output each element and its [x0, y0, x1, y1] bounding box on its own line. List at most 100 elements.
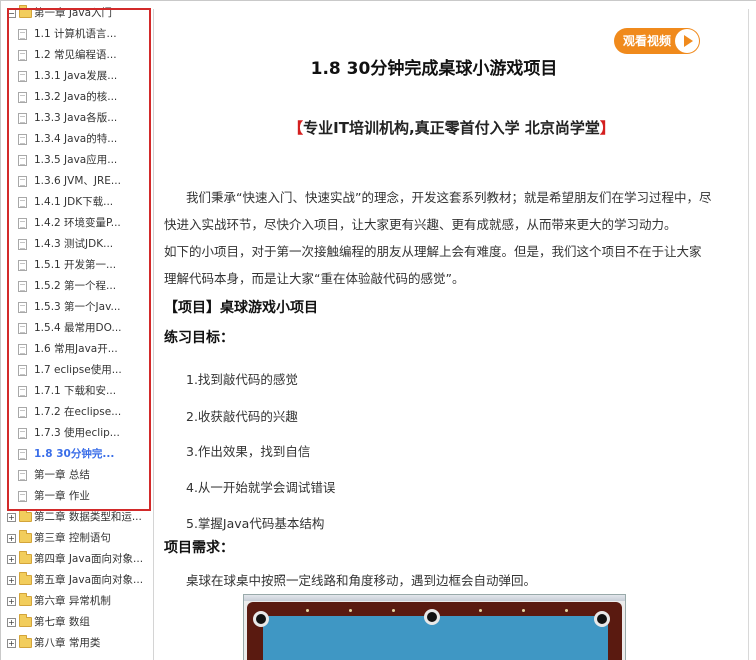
rail-marker: [392, 609, 395, 612]
page-icon: [18, 239, 27, 250]
toc-label: 1.8 30分钟完...: [34, 448, 115, 460]
toc-label: 1.2 常见编程语...: [34, 49, 117, 61]
toc-chapter[interactable]: + 第六章 异常机制: [3, 591, 151, 612]
expand-icon[interactable]: +: [7, 534, 16, 543]
toc-item[interactable]: 1.3.1 Java发展...: [3, 66, 151, 87]
toc-item[interactable]: 1.4.2 环境变量P...: [3, 213, 151, 234]
toc-label: 第一章 作业: [34, 490, 90, 502]
billiard-table-image: [243, 594, 626, 660]
toc-label: 1.4.1 JDK下载...: [34, 196, 114, 208]
toc-item-active[interactable]: 1.8 30分钟完...: [3, 444, 151, 465]
folder-icon: [19, 614, 32, 627]
toc-chapter[interactable]: + 第三章 控制语句: [3, 528, 151, 549]
toc-item[interactable]: 第一章 总结: [3, 465, 151, 486]
toc-label: 1.4.3 测试JDK...: [34, 238, 114, 250]
app-window: − 第一章 Java入门 1.1 计算机语言... 1.2 常见编程语... 1.3.1…: [0, 0, 756, 660]
page-icon: [18, 71, 27, 82]
intro-paragraph-1: 我们秉承“快速入门、快速实战”的理念，开发这套系列教材；就是希望朋友们在学习过程…: [164, 190, 712, 232]
page-icon: [18, 344, 27, 355]
toc-label: 1.6 常用Java开...: [34, 343, 118, 355]
rail-marker: [479, 609, 482, 612]
page-icon: [18, 50, 27, 61]
toc-label: 第一章 总结: [34, 469, 90, 481]
content-pane: 观看视频 1.8 30分钟完成桌球小游戏项目 【专业IT培训机构,真正零首付入学…: [154, 9, 749, 660]
toc-item[interactable]: 1.3.4 Java的特...: [3, 129, 151, 150]
toc-chapter[interactable]: + 第七章 数组: [3, 612, 151, 633]
toc-item[interactable]: 1.4.3 测试JDK...: [3, 234, 151, 255]
toc-chapter[interactable]: − 第一章 Java入门: [3, 3, 151, 24]
toc-item[interactable]: 1.2 常见编程语...: [3, 45, 151, 66]
expand-icon[interactable]: +: [7, 639, 16, 648]
slogan-text: 专业IT培训机构,真正零首付入学 北京尚学堂: [303, 119, 600, 137]
folder-icon: [19, 593, 32, 606]
rail-marker: [565, 609, 568, 612]
toc-label: 1.3.2 Java的核...: [34, 91, 118, 103]
window-titlebar: [244, 595, 625, 601]
toc-item[interactable]: 1.5.3 第一个Jav...: [3, 297, 151, 318]
toc-label: 第二章 数据类型和运...: [34, 511, 142, 523]
toc-item[interactable]: 1.7.1 下载和安...: [3, 381, 151, 402]
toc-label: 第七章 数组: [34, 616, 90, 628]
watch-video-button[interactable]: 观看视频: [614, 28, 700, 54]
toc-chapter[interactable]: + 第四章 Java面向对象...: [3, 549, 151, 570]
intro-paragraph-2: 如下的小项目，对于第一次接触编程的朋友从理解上会有难度。但是，我们这个项目不在于…: [164, 244, 702, 286]
toc-item[interactable]: 1.7 eclipse使用...: [3, 360, 151, 381]
folder-icon: [19, 551, 32, 564]
expand-icon[interactable]: +: [7, 513, 16, 522]
toc-label: 1.5.3 第一个Jav...: [34, 301, 121, 313]
collapse-icon[interactable]: −: [7, 9, 16, 18]
toc-item[interactable]: 1.7.2 在eclipse...: [3, 402, 151, 423]
expand-icon[interactable]: +: [7, 576, 16, 585]
toc-item[interactable]: 第一章 作业: [3, 486, 151, 507]
page-icon: [18, 29, 27, 40]
toc-label: 1.5.1 开发第一...: [34, 259, 117, 271]
folder-icon: [19, 5, 32, 18]
toc-item[interactable]: 1.3.6 JVM、JRE...: [3, 171, 151, 192]
slogan-bracket-open: 【: [288, 119, 304, 137]
expand-icon[interactable]: +: [7, 618, 16, 627]
toc-label: 第五章 Java面向对象...: [34, 574, 144, 586]
page-icon: [18, 134, 27, 145]
toc-item[interactable]: 1.4.1 JDK下载...: [3, 192, 151, 213]
toc-label: 1.5.2 第一个程...: [34, 280, 117, 292]
toc-item[interactable]: 1.6 常用Java开...: [3, 339, 151, 360]
toc-item[interactable]: 1.7.3 使用eclip...: [3, 423, 151, 444]
page-icon: [18, 155, 27, 166]
toc-label: 1.1 计算机语言...: [34, 28, 117, 40]
toc-chapter[interactable]: + 第二章 数据类型和运...: [3, 507, 151, 528]
toc-label: 1.3.4 Java的特...: [34, 133, 118, 145]
toc-item[interactable]: 1.5.2 第一个程...: [3, 276, 151, 297]
slogan-bracket-close: 】: [599, 119, 615, 137]
page-icon: [18, 386, 27, 397]
page-icon: [18, 365, 27, 376]
requirements-heading: 项目需求：: [164, 540, 234, 556]
page-icon: [18, 281, 27, 292]
toc-item[interactable]: 1.3.5 Java应用...: [3, 150, 151, 171]
expand-icon[interactable]: +: [7, 555, 16, 564]
project-heading: 【项目】桌球游戏小项目: [164, 300, 318, 316]
toc-item[interactable]: 1.5.1 开发第一...: [3, 255, 151, 276]
toc-label: 1.4.2 环境变量P...: [34, 217, 121, 229]
page-title: 1.8 30分钟完成桌球小游戏项目: [310, 59, 558, 79]
toc-item[interactable]: 1.3.3 Java各版...: [3, 108, 151, 129]
page-icon: [18, 260, 27, 271]
page-icon: [18, 218, 27, 229]
page-icon: [18, 113, 27, 124]
toc-chapter[interactable]: + 第八章 常用类: [3, 633, 151, 654]
toc-item[interactable]: 1.3.2 Java的核...: [3, 87, 151, 108]
toc-label: 1.3.1 Java发展...: [34, 70, 118, 82]
toc-item[interactable]: 1.5.4 最常用DO...: [3, 318, 151, 339]
toc-label: 1.7.1 下载和安...: [34, 385, 117, 397]
page-icon: [18, 92, 27, 103]
goal-item: 2.收获敲代码的兴趣: [186, 409, 298, 424]
expand-icon[interactable]: +: [7, 597, 16, 606]
requirements-text: 桌球在球桌中按照一定线路和角度移动，遇到边框会自动弹回。: [186, 573, 537, 588]
pocket-top-middle: [424, 609, 440, 625]
goal-item: 5.掌握Java代码基本结构: [186, 516, 325, 531]
page-icon: [18, 302, 27, 313]
toc-chapter[interactable]: + 第五章 Java面向对象...: [3, 570, 151, 591]
toc-label: 1.3.6 JVM、JRE...: [34, 175, 121, 187]
toc-label: 第四章 Java面向对象...: [34, 553, 144, 565]
toc-item[interactable]: 1.1 计算机语言...: [3, 24, 151, 45]
page-icon: [18, 470, 27, 481]
